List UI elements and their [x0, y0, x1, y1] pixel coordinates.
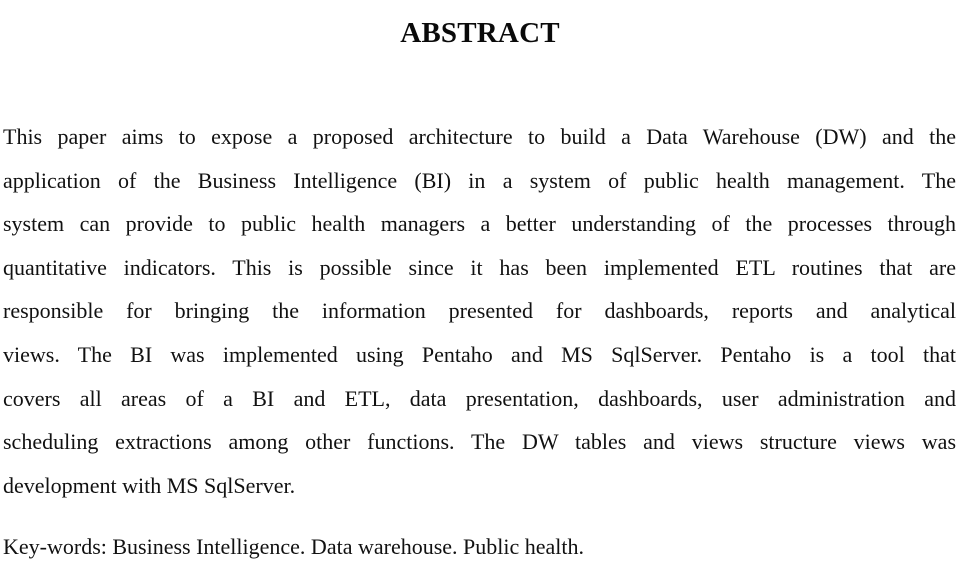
- abstract-line: application of the Business Intelligence…: [3, 167, 956, 193]
- abstract-line: quantitative indicators. This is possibl…: [3, 254, 956, 280]
- abstract-line: development with MS SqlServer.: [3, 472, 296, 498]
- abstract-body: This paper aims to expose a proposed arc…: [3, 115, 956, 507]
- abstract-line: This paper aims to expose a proposed arc…: [3, 124, 956, 149]
- keywords: Key-words: Business Intelligence. Data w…: [3, 534, 585, 559]
- abstract-heading: ABSTRACT: [400, 17, 560, 50]
- abstract-line: scheduling extractions among other funct…: [3, 429, 956, 455]
- abstract-line: system can provide to public health mana…: [3, 211, 956, 237]
- abstract-line: responsible for bringing the information…: [3, 298, 956, 324]
- abstract-line: views. The BI was implemented using Pent…: [3, 341, 956, 367]
- abstract-line: covers all areas of a BI and ETL, data p…: [3, 385, 956, 411]
